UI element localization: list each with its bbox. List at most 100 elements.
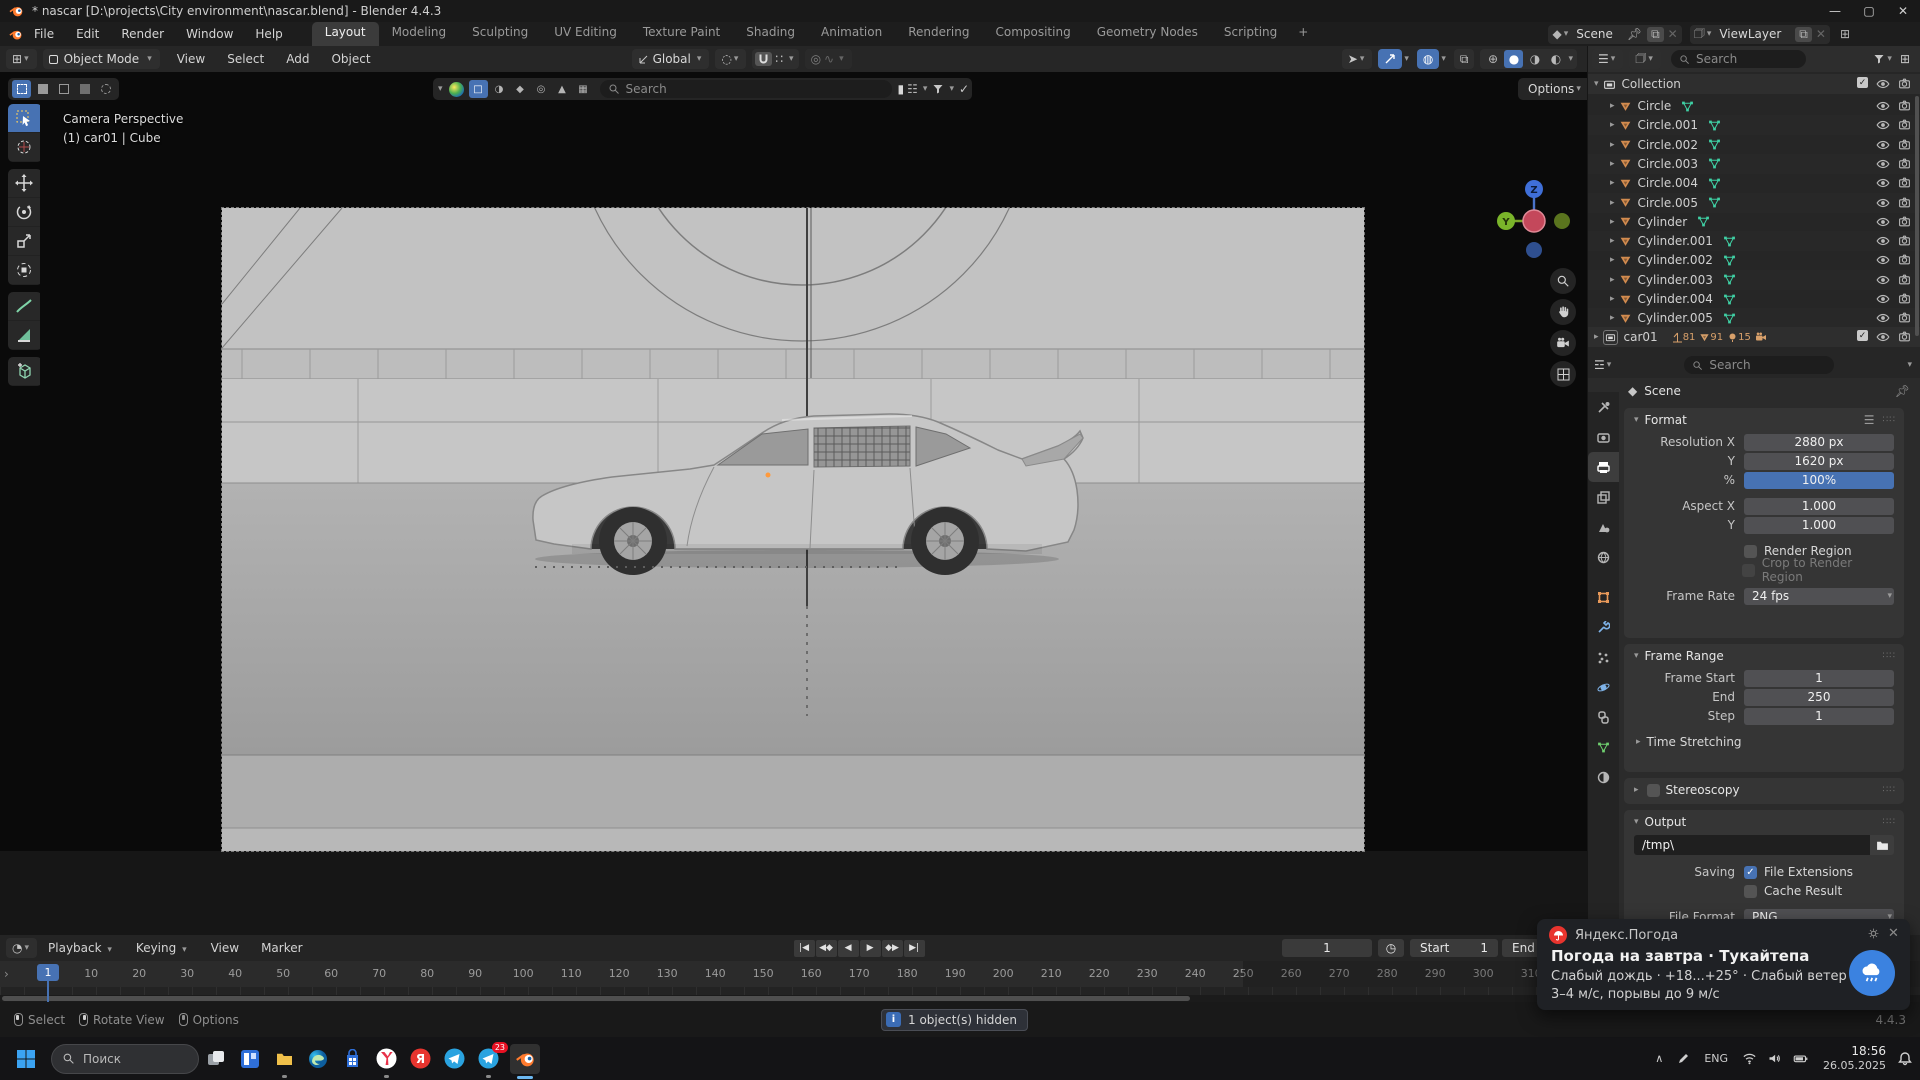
volume-icon[interactable] — [1767, 1051, 1782, 1066]
viewport-search-input[interactable]: Search — [600, 80, 892, 98]
disable-render-icon[interactable] — [1898, 176, 1911, 189]
hide-eye-icon[interactable] — [1876, 215, 1890, 229]
disable-render-icon[interactable] — [1898, 196, 1911, 209]
disable-render-icon[interactable] — [1898, 138, 1911, 151]
marker-menu[interactable]: Marker — [250, 941, 313, 955]
pin-icon[interactable]: 📌︎ — [1627, 27, 1642, 41]
pin-icon[interactable]: 📌︎ — [1895, 384, 1910, 398]
frame-start-field[interactable]: Start1 — [1410, 939, 1498, 957]
notification-close-icon[interactable]: ✕ — [1888, 926, 1899, 941]
properties-tab-tool[interactable] — [1588, 392, 1619, 422]
expand-icon[interactable]: ▸ — [1610, 101, 1615, 111]
outliner-row[interactable]: ▸ Circle.001 — [1588, 115, 1920, 135]
outliner-row[interactable]: ▸ Circle.005 — [1588, 193, 1920, 213]
gizmo-z-axis[interactable]: Z — [1530, 185, 1537, 196]
keying-menu[interactable]: Keying ▾ — [125, 941, 200, 955]
auto-keying-stopwatch-icon[interactable]: ◷ — [1378, 939, 1404, 957]
delete-view-layer-icon[interactable]: ✕ — [1816, 27, 1826, 41]
properties-tab-data[interactable] — [1588, 732, 1619, 762]
disable-render-icon[interactable] — [1898, 292, 1911, 305]
hide-eye-icon[interactable] — [1876, 196, 1890, 210]
hide-eye-icon[interactable] — [1876, 99, 1890, 113]
properties-tab-physics[interactable] — [1588, 672, 1619, 702]
properties-tab-world[interactable] — [1588, 542, 1619, 572]
frame-rate-dropdown[interactable]: 24 fps▾ — [1744, 588, 1894, 605]
disable-render-icon[interactable] — [1898, 215, 1911, 228]
next-keyframe-button[interactable]: ◆▶ — [882, 940, 903, 957]
expand-icon[interactable]: ▸ — [1610, 294, 1615, 304]
new-collection-icon[interactable]: ⊞ — [1900, 52, 1910, 66]
frame-step-field[interactable]: 1 — [1744, 708, 1894, 725]
crop-region-checkbox[interactable] — [1742, 564, 1755, 577]
outliner-scrollbar[interactable] — [1915, 96, 1919, 336]
gizmo-y-axis[interactable]: Y — [1501, 217, 1510, 228]
workspace-tab[interactable]: Geometry Nodes — [1084, 22, 1211, 46]
outliner-funnel-icon[interactable] — [1873, 53, 1885, 65]
prev-keyframe-button[interactable]: ◀◆ — [816, 940, 837, 957]
xray-toggle[interactable]: ⧉ — [1454, 49, 1475, 69]
visibility-dropdown[interactable]: ➤▾ — [1342, 49, 1373, 69]
workspace-tab[interactable]: UV Editing — [541, 22, 630, 46]
tool-select-box[interactable] — [8, 104, 40, 133]
subpanel-collapse-icon[interactable]: ▸ — [1636, 737, 1641, 747]
viewport-menu-item[interactable]: Add — [275, 52, 320, 66]
menubar-item[interactable]: Window — [175, 27, 244, 41]
jump-to-start-button[interactable]: |◀ — [794, 940, 815, 957]
play-reverse-button[interactable]: ◀ — [838, 940, 859, 957]
id-filter-object-icon[interactable]: □ — [469, 80, 488, 98]
hide-eye-icon[interactable] — [1876, 253, 1890, 267]
yandex-icon[interactable]: Я — [408, 1047, 432, 1071]
viewport-menu-item[interactable]: Select — [216, 52, 275, 66]
select-box-mode-icon[interactable] — [12, 80, 31, 98]
expand-icon[interactable]: ▸ — [1610, 198, 1615, 208]
scene-selector[interactable]: ◆▾ Scene 📌︎ ⧉ ✕ — [1548, 25, 1681, 44]
expand-icon[interactable]: ▸ — [1610, 217, 1615, 227]
properties-tab-output[interactable] — [1588, 452, 1619, 482]
expand-icon[interactable]: ▸ — [1610, 275, 1615, 285]
navigation-gizmo[interactable]: Z Y — [1496, 176, 1576, 266]
expand-icon[interactable]: ▸ — [1594, 332, 1599, 342]
gizmo-z-neg-axis[interactable] — [1526, 242, 1542, 258]
outliner-row[interactable]: ▸ Cylinder.004 — [1588, 289, 1920, 309]
clock[interactable]: 18:56 26.05.2025 — [1823, 1043, 1886, 1074]
jump-to-end-button[interactable]: ▶| — [904, 940, 925, 957]
resolution-x-field[interactable]: 2880 px — [1744, 434, 1894, 451]
language-indicator[interactable]: ENG — [1704, 1052, 1728, 1065]
notification-bell-icon[interactable] — [1898, 1052, 1912, 1066]
output-path-field[interactable]: /tmp\ — [1634, 835, 1870, 855]
telegram-icon[interactable] — [442, 1047, 466, 1071]
magnet-icon[interactable] — [755, 52, 772, 66]
outliner-display-mode[interactable]: ☰▾ — [1592, 49, 1623, 69]
shading-rendered-button[interactable]: ◐ — [1546, 50, 1565, 68]
workspace-tab[interactable]: Texture Paint — [630, 22, 733, 46]
blender-taskbar-icon[interactable] — [510, 1044, 540, 1074]
blender-menu-icon[interactable] — [8, 27, 23, 42]
hide-eye-icon[interactable] — [1876, 234, 1890, 248]
expand-icon[interactable]: ▸ — [1610, 236, 1615, 246]
status-message-badge[interactable]: i 1 object(s) hidden — [881, 1009, 1028, 1031]
properties-tab-view-layer[interactable] — [1588, 482, 1619, 512]
transform-orientation-dropdown[interactable]: Global▾ — [632, 49, 710, 69]
task-view-icon[interactable] — [204, 1047, 228, 1071]
frame-end-field[interactable]: 250 — [1744, 689, 1894, 706]
playhead[interactable]: 1 — [37, 964, 59, 981]
expand-icon[interactable]: ▸ — [1610, 140, 1615, 150]
proportional-editing-icon[interactable]: ◎ — [811, 52, 821, 66]
material-preview-sphere-icon[interactable] — [449, 82, 464, 97]
tool-annotate[interactable] — [8, 292, 40, 321]
car01-checkbox[interactable]: ✓ — [1857, 330, 1868, 341]
workspace-icon[interactable]: ⊞ — [1840, 27, 1850, 41]
collection-checkbox[interactable]: ✓ — [1857, 77, 1868, 88]
outliner-row[interactable]: ▸ Circle.003 — [1588, 154, 1920, 174]
frame-start-field[interactable]: 1 — [1744, 670, 1894, 687]
select-lasso-mode-icon[interactable] — [75, 80, 94, 98]
menubar-item[interactable]: File — [23, 27, 65, 41]
viewport-menu-item[interactable]: View — [166, 52, 216, 66]
gizmos-toggle[interactable] — [1378, 49, 1402, 69]
workspace-tab[interactable]: Scripting — [1211, 22, 1290, 46]
workspace-tab[interactable]: Shading — [733, 22, 808, 46]
fake-user-shield-icon[interactable]: ✓ — [959, 82, 969, 96]
disable-render-icon[interactable] — [1898, 273, 1911, 286]
panel-collapse-icon[interactable]: ▸ — [1634, 785, 1639, 795]
expand-icon[interactable]: ▸ — [1610, 313, 1615, 323]
